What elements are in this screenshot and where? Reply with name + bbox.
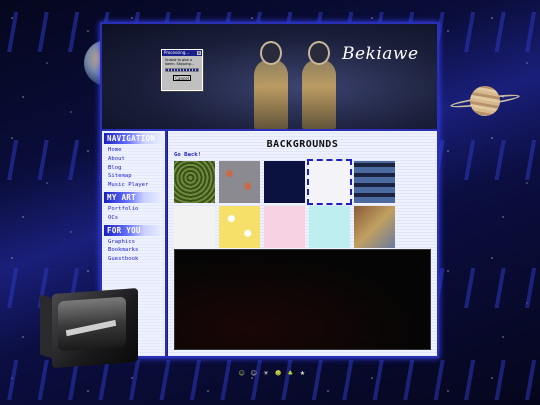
sidebar-heading-for-you: FOR YOU <box>104 224 165 236</box>
sidebar-item-home[interactable]: Home <box>108 146 165 155</box>
dialog-titlebar: Processing... x <box>162 50 202 56</box>
sidebar-item-portfolio[interactable]: Portfolio <box>108 205 165 214</box>
cancel-button[interactable]: Cancel <box>173 75 191 81</box>
background-tile-white-paper[interactable] <box>174 206 215 248</box>
background-tile-dark-blue-texture[interactable] <box>264 161 305 203</box>
alien-face-icon[interactable]: ☺ <box>237 366 246 382</box>
background-tile-blank-white[interactable] <box>307 159 352 205</box>
dialog-title: Processing... <box>164 50 190 55</box>
processing-dialog: Processing... x Unable to give a damn. S… <box>161 49 203 91</box>
main-content: BACKGROUNDS Go Back! <box>168 131 437 356</box>
alien-face-icon[interactable]: ☺ <box>249 366 258 382</box>
site-name-logo: Bekiawe <box>342 44 419 64</box>
dialog-progress-bar <box>165 68 199 72</box>
background-tile-yellow-stars[interactable] <box>219 206 260 248</box>
background-tile-pink-pastel[interactable] <box>264 206 305 248</box>
sidebar-item-guestbook[interactable]: Guestbook <box>108 255 165 264</box>
crt-tv-image <box>40 287 138 369</box>
sidebar-item-music-player[interactable]: Music Player <box>108 181 165 190</box>
footer-badges: ☺ ☺ ☀ ☻ ♣ ★ <box>237 366 307 384</box>
page-title: BACKGROUNDS <box>266 139 339 150</box>
sidebar-item-graphics[interactable]: Graphics <box>108 238 165 247</box>
sidebar-list-my-art: Portfolio OCs <box>102 205 165 223</box>
saturn-body <box>470 86 500 116</box>
background-preview-area <box>174 249 431 350</box>
sidebar-item-about[interactable]: About <box>108 155 165 164</box>
sidebar-item-sitemap[interactable]: Sitemap <box>108 172 165 181</box>
leaf-icon[interactable]: ♣ <box>286 366 295 382</box>
close-icon[interactable]: x <box>197 51 201 55</box>
background-tile-floral-gray[interactable] <box>219 161 260 203</box>
background-tile-cyan-pastel[interactable] <box>309 206 350 248</box>
dialog-message: Unable to give a damn. Skipping... <box>165 58 194 66</box>
background-tile-eyes-collage[interactable] <box>354 161 395 203</box>
sidebar-list-for-you: Graphics Bookmarks Guestbook <box>102 238 165 264</box>
go-back-link[interactable]: Go Back! <box>174 152 201 158</box>
background-tile-green-moss[interactable] <box>174 161 215 203</box>
lightbulb-icon[interactable]: ☀ <box>261 366 270 382</box>
tv-screen <box>58 296 126 352</box>
site-banner: Bekiawe Processing... x Unable to give a… <box>102 24 437 131</box>
sidebar-heading-navigation: NAVIGATION <box>104 133 165 144</box>
saturn-planet-image <box>449 84 521 118</box>
sidebar-item-ocs[interactable]: OCs <box>108 214 165 223</box>
banner-figure-right <box>302 41 336 129</box>
star-icon[interactable]: ★ <box>298 366 307 382</box>
sidebar-heading-my-art: MY ART <box>104 191 165 203</box>
background-tile-cd-rainbow[interactable] <box>354 206 395 248</box>
ghost-icon[interactable]: ☻ <box>274 366 283 382</box>
sidebar-list-navigation: Home About Blog Sitemap Music Player <box>102 146 165 190</box>
sidebar-item-bookmarks[interactable]: Bookmarks <box>108 246 165 255</box>
sidebar-item-blog[interactable]: Blog <box>108 164 165 173</box>
banner-figure-left <box>254 41 288 129</box>
